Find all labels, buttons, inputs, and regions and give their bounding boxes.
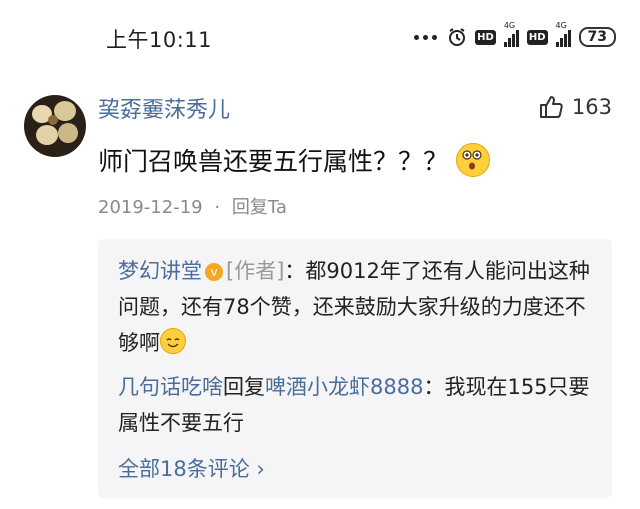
hd-icon-2: HD — [526, 29, 548, 45]
like-button[interactable]: 163 — [538, 94, 612, 120]
alarm-icon — [449, 28, 466, 46]
battery-icon: 73 — [578, 27, 616, 47]
reply-author[interactable]: 梦幻讲堂 — [118, 259, 202, 283]
signal-icon-2: 4G — [555, 21, 571, 47]
signal-icon: 4G — [503, 21, 519, 47]
reply-author[interactable]: 几句话吃啥 — [118, 375, 223, 399]
comment-date: 2019-12-19 — [98, 197, 203, 218]
avatar[interactable] — [24, 95, 86, 157]
verified-badge-icon: v — [205, 263, 223, 281]
comment-username[interactable]: 巭孬嫑莯秀儿 — [98, 92, 230, 124]
view-all-comments-link[interactable]: 全部18条评论 › — [118, 453, 265, 483]
smile-emoji-icon — [160, 328, 186, 354]
comment-text-row: 师门召唤兽还要五行属性？？？ — [98, 142, 491, 178]
more-dots-icon — [414, 34, 438, 40]
comment-meta: 2019-12-19 · 回复Ta — [98, 193, 287, 219]
meta-separator: · — [214, 197, 221, 218]
status-bar: 上午10:11 HD 4G HD 4G 73 — [0, 0, 640, 72]
reply-item[interactable]: 几句话吃啥回复啤酒小龙虾8888：我现在155只要属性不要五行 — [118, 369, 596, 441]
status-time: 上午10:11 — [106, 28, 213, 52]
comment-text: 师门召唤兽还要五行属性？？？ — [98, 147, 449, 176]
replies-box: 梦幻讲堂 v [作者]：都9012年了还有人能问出这种问题，还有78个赞，还来鼓励大… — [98, 239, 612, 498]
reply-target[interactable]: 啤酒小龙虾8888 — [265, 375, 423, 399]
thumbs-up-icon — [539, 96, 563, 118]
reply-item[interactable]: 梦幻讲堂 v [作者]：都9012年了还有人能问出这种问题，还有78个赞，还来鼓励大… — [118, 253, 596, 361]
status-icons: HD 4G HD 4G 73 — [414, 21, 616, 50]
reply-word: 回复 — [223, 375, 265, 399]
shocked-emoji-icon — [456, 143, 491, 177]
chevron-right-icon: › — [256, 457, 265, 481]
author-tag: [作者] — [226, 259, 285, 283]
reply-button[interactable]: 回复Ta — [232, 197, 287, 218]
hd-icon: HD — [475, 29, 496, 45]
like-count: 163 — [571, 95, 612, 119]
